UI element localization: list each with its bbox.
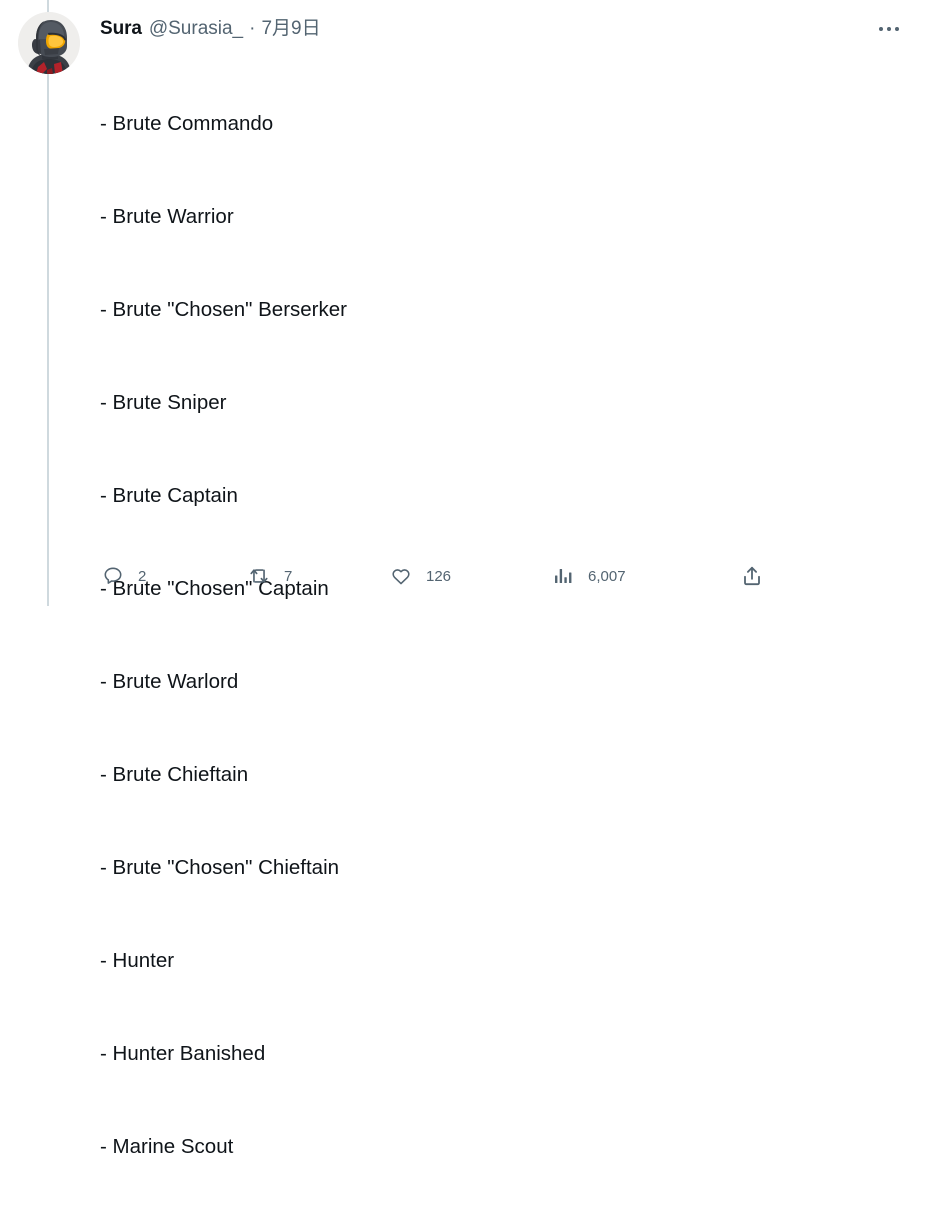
tweet-line: - Brute Warlord xyxy=(100,670,239,693)
author-handle[interactable]: @Surasia_ xyxy=(149,18,243,40)
share-button[interactable] xyxy=(740,556,764,596)
reply-button[interactable]: 2 xyxy=(102,556,146,596)
tweet-post: Sura @Surasia_ · 7月9日 - Brute Commando -… xyxy=(0,0,926,1158)
analytics-icon xyxy=(552,565,574,587)
tweet-line: - Brute Commando xyxy=(100,112,274,135)
post-timestamp[interactable]: 7月9日 xyxy=(261,13,320,40)
thread-line-above xyxy=(47,0,49,12)
views-button[interactable]: 6,007 xyxy=(552,556,626,596)
tweet-line: - Brute Chieftain xyxy=(100,763,249,786)
tweet-action-bar: 2 7 126 6,007 xyxy=(100,556,780,596)
thread-line-below[interactable] xyxy=(47,74,49,606)
tweet-content: Sura @Surasia_ · 7月9日 - Brute Commando -… xyxy=(100,0,926,1158)
share-icon xyxy=(740,564,764,588)
reply-icon xyxy=(102,565,124,587)
retweet-button[interactable]: 7 xyxy=(248,556,292,596)
tweet-line: - Brute "Chosen" Berserker xyxy=(100,298,347,321)
spartan-helmet-avatar-icon xyxy=(18,12,80,74)
avatar-gutter xyxy=(0,0,95,606)
tweet-line: - Hunter Banished xyxy=(100,1042,266,1065)
avatar[interactable] xyxy=(18,12,80,74)
tweet-line: - Hunter xyxy=(100,949,175,972)
tweet-line: - Brute Warrior xyxy=(100,205,234,228)
tweet-line: - Marine Scout xyxy=(100,1135,234,1158)
reply-count: 2 xyxy=(138,567,147,585)
tweet-line: - Brute Sniper xyxy=(100,391,227,414)
retweet-icon xyxy=(248,565,270,587)
author-display-name[interactable]: Sura xyxy=(100,18,142,40)
header-separator: · xyxy=(249,18,256,39)
ellipsis-horizontal-icon xyxy=(878,26,900,32)
more-options-button[interactable] xyxy=(868,8,910,50)
like-count: 126 xyxy=(426,567,452,585)
views-count: 6,007 xyxy=(588,567,626,585)
heart-icon xyxy=(390,565,412,587)
tweet-body-text: - Brute Commando - Brute Warrior - Brute… xyxy=(100,46,920,1212)
tweet-line: - Brute "Chosen" Chieftain xyxy=(100,856,340,879)
tweet-line: - Brute Captain xyxy=(100,484,238,507)
like-button[interactable]: 126 xyxy=(390,556,451,596)
tweet-header: Sura @Surasia_ · 7月9日 xyxy=(100,13,321,39)
retweet-count: 7 xyxy=(284,567,293,585)
